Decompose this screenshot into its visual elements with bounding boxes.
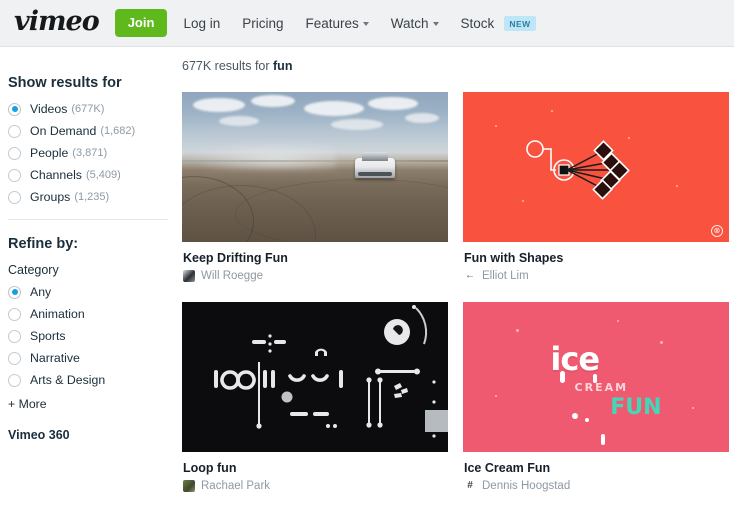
results-grid: Keep Drifting Fun Will Roegge ⊗ Fun with… — [182, 92, 734, 492]
shapes-graphic — [526, 140, 630, 200]
result-card-fun-with-shapes[interactable]: ⊗ Fun with Shapes ← Elliot Lim — [463, 92, 729, 282]
chevron-down-icon — [362, 22, 369, 26]
avatar — [183, 480, 195, 492]
category-label-narrative: Narrative — [30, 351, 80, 365]
cream-text: CREAM — [574, 380, 629, 394]
filter-option-on-demand[interactable]: On Demand (1,682) — [8, 124, 178, 138]
nav-item-pricing[interactable]: Pricing — [242, 16, 283, 31]
radio-icon-any[interactable] — [8, 285, 21, 299]
results-content: 677K results for fun Keep Drifting Fun W… — [178, 47, 734, 523]
ice-text: ice — [550, 339, 600, 378]
filter-label-channels: Channels — [30, 168, 82, 182]
author-name[interactable]: Dennis Hoogstad — [482, 480, 570, 492]
nav-item-stock[interactable]: Stock NEW — [460, 15, 536, 31]
creative-commons-icon: ⊗ — [711, 225, 723, 237]
vimeo-360-heading: Vimeo 360 — [8, 428, 70, 442]
category-label-any: Any — [30, 285, 52, 299]
more-categories-link[interactable]: + More — [8, 397, 178, 411]
filter-option-people[interactable]: People (3,871) — [8, 146, 178, 160]
result-card-loop-fun[interactable]: Loop fun Rachael Park — [182, 302, 448, 492]
filter-count-channels: (5,409) — [85, 169, 121, 181]
category-option-arts-design[interactable]: Arts & Design — [8, 373, 178, 387]
video-title[interactable]: Fun with Shapes — [464, 251, 729, 265]
radio-icon-people[interactable] — [8, 146, 21, 160]
filter-label-people: People — [30, 146, 69, 160]
avatar: ← — [464, 270, 476, 282]
radio-icon-channels[interactable] — [8, 168, 21, 182]
filter-label-on-demand: On Demand — [30, 124, 97, 138]
category-option-sports[interactable]: Sports — [8, 329, 178, 343]
category-option-any[interactable]: Any — [8, 285, 178, 299]
category-heading: Category — [8, 263, 59, 277]
radio-icon-groups[interactable] — [8, 190, 21, 204]
nav-label-watch: Watch — [390, 15, 429, 31]
result-card-keep-drifting-fun[interactable]: Keep Drifting Fun Will Roegge — [182, 92, 448, 282]
car-shape — [354, 152, 395, 178]
video-thumbnail-dark-loop[interactable] — [182, 302, 448, 452]
results-query: fun — [273, 59, 293, 73]
results-count-prefix: 677K results for — [182, 59, 274, 73]
results-count: 677K results for fun — [182, 59, 734, 73]
video-title[interactable]: Loop fun — [183, 461, 448, 475]
refine-by-heading: Refine by: — [8, 236, 79, 252]
filter-option-channels[interactable]: Channels (5,409) — [8, 168, 178, 182]
filter-count-on-demand: (1,682) — [100, 125, 136, 137]
fun-text: FUN — [610, 394, 662, 420]
video-thumbnail-ice-cream[interactable]: ice CREAM FUN — [463, 302, 729, 452]
video-author[interactable]: Rachael Park — [183, 480, 448, 492]
result-card-ice-cream-fun[interactable]: ice CREAM FUN Ice Cream Fun # Dennis Hoo… — [463, 302, 729, 492]
nav-label-stock: Stock — [460, 15, 495, 31]
video-thumbnail-drifting-car[interactable] — [182, 92, 448, 242]
filter-count-groups: (1,235) — [74, 191, 110, 203]
nav-label-log-in: Log in — [183, 15, 221, 31]
avatar — [183, 270, 195, 282]
nav-label-pricing: Pricing — [242, 15, 284, 31]
nav-item-watch[interactable]: Watch — [391, 16, 439, 31]
sidebar-divider — [8, 219, 168, 220]
video-thumbnail-coral-shapes[interactable]: ⊗ — [463, 92, 729, 242]
radio-icon-sports[interactable] — [8, 329, 21, 343]
author-name[interactable]: Rachael Park — [201, 480, 270, 492]
category-option-narrative[interactable]: Narrative — [8, 351, 178, 365]
filters-sidebar: Show results for Videos (677K) On Demand… — [0, 47, 178, 523]
author-name[interactable]: Elliot Lim — [482, 270, 529, 282]
video-author[interactable]: # Dennis Hoogstad — [464, 480, 729, 492]
join-button[interactable]: Join — [114, 9, 168, 37]
category-label-sports: Sports — [30, 329, 66, 343]
site-header: vimeo Join Log in Pricing Features Watch… — [0, 0, 734, 47]
new-badge: NEW — [504, 15, 536, 31]
nav-item-log-in[interactable]: Log in — [183, 16, 220, 31]
category-option-animation[interactable]: Animation — [8, 307, 178, 321]
filter-label-groups: Groups — [30, 190, 71, 204]
vimeo-logo[interactable]: vimeo — [14, 8, 100, 38]
video-title[interactable]: Ice Cream Fun — [464, 461, 729, 475]
radio-icon-narrative[interactable] — [8, 351, 21, 365]
avatar: # — [464, 480, 476, 492]
category-label-animation: Animation — [30, 307, 85, 321]
author-name[interactable]: Will Roegge — [201, 270, 263, 282]
filter-option-videos[interactable]: Videos (677K) — [8, 102, 178, 116]
primary-nav: Log in Pricing Features Watch Stock NEW — [183, 15, 536, 31]
video-title[interactable]: Keep Drifting Fun — [183, 251, 448, 265]
radio-icon-arts-design[interactable] — [8, 373, 21, 387]
nav-item-features[interactable]: Features — [306, 16, 369, 31]
show-results-heading: Show results for — [8, 75, 122, 91]
filter-option-groups[interactable]: Groups (1,235) — [8, 190, 178, 204]
radio-icon-videos[interactable] — [8, 102, 21, 116]
chevron-down-icon — [432, 22, 439, 26]
video-author[interactable]: Will Roegge — [183, 270, 448, 282]
filter-count-people: (3,871) — [72, 147, 108, 159]
loop-graphic — [214, 305, 448, 438]
filter-count-videos: (677K) — [71, 103, 105, 115]
filter-label-videos: Videos — [30, 102, 68, 116]
page-body: Show results for Videos (677K) On Demand… — [0, 47, 734, 523]
radio-icon-animation[interactable] — [8, 307, 21, 321]
nav-label-features: Features — [305, 15, 359, 31]
video-author[interactable]: ← Elliot Lim — [464, 270, 729, 282]
category-label-arts-design: Arts & Design — [30, 373, 106, 387]
radio-icon-on-demand[interactable] — [8, 124, 21, 138]
